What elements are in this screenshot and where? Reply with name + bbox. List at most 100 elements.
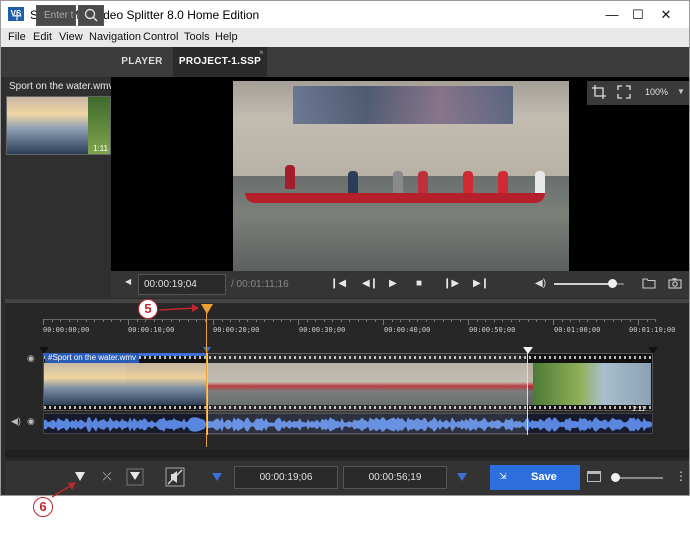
volume-slider-knob[interactable] <box>608 279 617 288</box>
fullscreen-icon[interactable] <box>617 85 631 99</box>
total-time: / 00:01:11;16 <box>231 279 289 290</box>
ruler-tick <box>553 319 554 325</box>
tick-label: 00:00:20;00 <box>213 326 260 334</box>
folder-icon[interactable] <box>642 277 656 289</box>
menu-view[interactable]: View <box>59 31 83 43</box>
zoom-level[interactable]: 100% <box>645 87 668 97</box>
title-bar: VS SolveigMM Video Splitter 8.0 Home Edi… <box>1 1 689 28</box>
current-time-field[interactable]: 00:00:19;04 <box>138 274 226 295</box>
playhead-handle[interactable] <box>201 304 213 314</box>
video-graffiti <box>293 86 513 124</box>
ruler-tick <box>94 319 95 322</box>
video-rower <box>393 171 403 195</box>
app-window: VS SolveigMM Video Splitter 8.0 Home Edi… <box>0 0 690 496</box>
snapshot-icon[interactable] <box>668 277 682 289</box>
ruler-tick <box>374 319 376 322</box>
more-options-icon[interactable]: ⋮ <box>675 469 687 483</box>
menu-help[interactable]: Help <box>215 31 238 43</box>
time-decrement-icon[interactable]: ◀ <box>125 277 131 286</box>
audio-track-volume-icon[interactable]: ◀) <box>11 416 21 427</box>
ruler-tick <box>230 319 231 322</box>
end-time-field[interactable]: 00:00:56;19 <box>343 466 447 489</box>
next-segment-icon[interactable]: ▶❙ <box>473 278 489 289</box>
ruler-tick <box>281 319 282 322</box>
next-frame-icon[interactable]: ❙▶ <box>443 278 459 289</box>
start-time-field[interactable]: 00:00:19;06 <box>234 466 338 489</box>
ruler-tick <box>179 319 180 322</box>
tick-label: 00:00:40;00 <box>384 326 431 334</box>
ruler-tick <box>366 319 367 322</box>
tick-label: 00:00:30;00 <box>299 326 346 334</box>
fragment-start-icon[interactable] <box>212 473 222 481</box>
audio-track-visibility-icon[interactable]: ◉ <box>27 416 35 427</box>
prev-frame-icon[interactable]: ◀❙ <box>362 278 378 289</box>
ruler-tick <box>493 319 495 322</box>
save-icon: ⇲ <box>499 471 507 481</box>
ruler-tick <box>323 319 325 322</box>
ruler-tick <box>434 319 435 322</box>
stop-icon[interactable]: ■ <box>416 278 422 289</box>
fragment-end-icon[interactable] <box>457 473 467 481</box>
ruler-tick <box>272 319 274 322</box>
volume-icon[interactable]: ◀) <box>535 278 546 289</box>
ruler-tick <box>417 319 418 322</box>
timeline-zoom-slider[interactable] <box>613 477 663 479</box>
tab-project[interactable]: PROJECT-1.SSP <box>173 47 267 77</box>
menu-control[interactable]: Control <box>143 31 178 43</box>
ruler-tick <box>561 319 563 322</box>
ruler-tick <box>578 319 580 322</box>
ruler-tick <box>595 319 597 322</box>
output-folder-icon[interactable] <box>587 471 601 482</box>
ruler-tick <box>519 319 520 322</box>
zoom-dropdown-icon[interactable]: ▼ <box>677 87 685 96</box>
playhead[interactable] <box>206 307 207 447</box>
ruler-tick <box>119 319 121 322</box>
ruler-tick <box>442 319 444 322</box>
marker-filter-icon[interactable] <box>126 468 144 486</box>
play-icon[interactable]: ▶ <box>389 278 397 289</box>
ruler-tick <box>128 319 129 325</box>
clip-label: #Sport on the water.wmv <box>45 353 140 363</box>
crop-icon[interactable] <box>592 85 606 99</box>
selected-fragment[interactable] <box>207 353 528 435</box>
prev-segment-icon[interactable]: ❙◀ <box>330 278 346 289</box>
ruler-tick <box>43 319 44 325</box>
ruler-tick <box>221 319 223 322</box>
menu-edit[interactable]: Edit <box>33 31 52 43</box>
ruler-tick <box>544 319 546 322</box>
callout-5: 5 <box>138 299 158 319</box>
ruler-tick <box>264 319 265 322</box>
add-media-button[interactable]: + <box>7 7 27 25</box>
close-button[interactable]: ✕ <box>643 1 689 28</box>
mute-fragment-icon[interactable] <box>165 467 185 487</box>
video-track-visibility-icon[interactable]: ◉ <box>27 353 35 364</box>
ruler-tick <box>612 319 614 322</box>
search-input[interactable]: Enter t <box>36 5 76 26</box>
tick-label: 00:00:10;00 <box>128 326 175 334</box>
ruler-tick <box>170 319 172 322</box>
ruler-tick <box>77 319 78 322</box>
tab-player[interactable]: PLAYER <box>113 47 171 77</box>
timeline-zoom-knob[interactable] <box>611 473 620 482</box>
menu-file[interactable]: File <box>8 31 26 43</box>
remove-marker-icon[interactable]: ⤫ <box>98 468 116 486</box>
ruler-tick <box>408 319 410 322</box>
ruler-tick <box>391 319 393 322</box>
menu-navigation[interactable]: Navigation <box>89 31 141 43</box>
ruler-tick <box>51 319 53 322</box>
menu-tools[interactable]: Tools <box>184 31 210 43</box>
ruler-tick <box>476 319 478 322</box>
media-thumbnail[interactable]: 1:11 <box>6 96 111 155</box>
timeline-scrollbar[interactable] <box>5 450 689 458</box>
filmstrip-frame <box>533 363 651 405</box>
ruler-tick <box>621 319 622 322</box>
ruler-tick <box>459 319 461 322</box>
tab-close-icon[interactable]: × <box>259 48 264 57</box>
ruler-tick <box>604 319 605 322</box>
add-marker-icon[interactable] <box>75 472 85 481</box>
ruler-tick <box>238 319 240 322</box>
top-toolbar <box>1 47 689 77</box>
ruler-tick <box>145 319 146 322</box>
ruler-tick <box>629 319 631 322</box>
search-button[interactable] <box>78 5 104 26</box>
